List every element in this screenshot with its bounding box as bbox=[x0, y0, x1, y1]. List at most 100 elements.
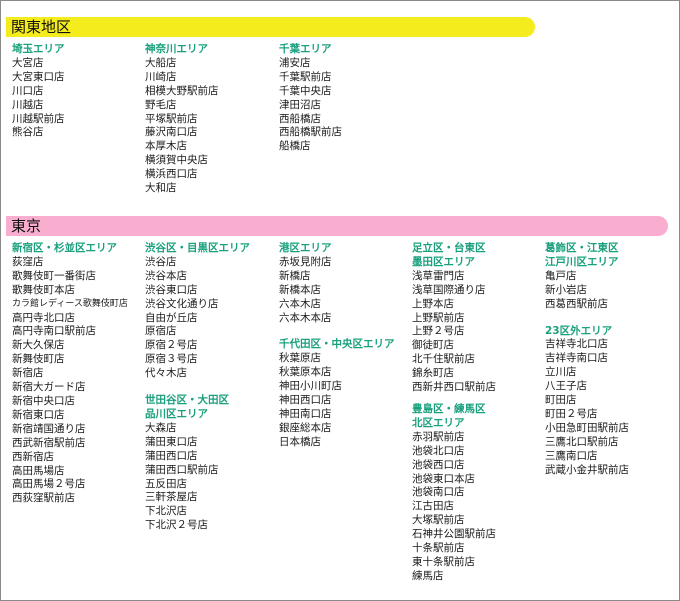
store-link[interactable]: 原宿２号店 bbox=[145, 339, 250, 353]
store-link[interactable]: 上野駅前店 bbox=[412, 312, 496, 326]
store-link[interactable]: 吉祥寺南口店 bbox=[545, 352, 629, 366]
store-link[interactable]: 町田店 bbox=[545, 394, 629, 408]
store-link[interactable]: 横須賀中央店 bbox=[145, 154, 219, 168]
store-link[interactable]: 蒲田西口駅前店 bbox=[145, 464, 250, 478]
store-link[interactable]: 秋葉原店 bbox=[279, 352, 395, 366]
store-link[interactable]: 蒲田西口店 bbox=[145, 450, 250, 464]
store-link[interactable]: 相模大野駅前店 bbox=[145, 85, 219, 99]
store-link[interactable]: 大宮店 bbox=[12, 57, 65, 71]
store-link[interactable]: 川越駅前店 bbox=[12, 113, 65, 127]
store-link[interactable]: 横浜西口店 bbox=[145, 168, 219, 182]
store-link[interactable]: 池袋北口店 bbox=[412, 445, 496, 459]
store-link[interactable]: 荻窪店 bbox=[12, 256, 128, 270]
store-link[interactable]: 大森店 bbox=[145, 422, 250, 436]
store-link[interactable]: 高田馬場店 bbox=[12, 465, 128, 479]
store-link[interactable]: 西新宿店 bbox=[12, 451, 128, 465]
store-link[interactable]: 西船橋店 bbox=[279, 113, 342, 127]
store-link[interactable]: 津田沼店 bbox=[279, 99, 342, 113]
store-link[interactable]: 赤坂見附店 bbox=[279, 256, 395, 270]
store-link[interactable]: 浦安店 bbox=[279, 57, 342, 71]
store-link[interactable]: 上野本店 bbox=[412, 298, 496, 312]
store-link[interactable]: 新舞伎町店 bbox=[12, 353, 128, 367]
store-link[interactable]: 銀座総本店 bbox=[279, 422, 395, 436]
store-link[interactable]: 新宿靖国通り店 bbox=[12, 423, 128, 437]
store-link[interactable]: 東十条駅前店 bbox=[412, 556, 496, 570]
store-link[interactable]: 大船店 bbox=[145, 57, 219, 71]
store-link[interactable]: 池袋東口本店 bbox=[412, 473, 496, 487]
store-link[interactable]: 三鷹北口駅前店 bbox=[545, 436, 629, 450]
store-link[interactable]: 熊谷店 bbox=[12, 126, 65, 140]
store-link[interactable]: 新宿中央口店 bbox=[12, 395, 128, 409]
store-link[interactable]: 新宿東口店 bbox=[12, 409, 128, 423]
store-link[interactable]: 北千住駅前店 bbox=[412, 353, 496, 367]
store-link[interactable]: 浅草雷門店 bbox=[412, 270, 496, 284]
store-link[interactable]: 赤羽駅前店 bbox=[412, 431, 496, 445]
store-link[interactable]: 大塚駅前店 bbox=[412, 514, 496, 528]
store-link[interactable]: 八王子店 bbox=[545, 380, 629, 394]
store-link[interactable]: 西葛西駅前店 bbox=[545, 298, 629, 312]
store-link[interactable]: 新橋店 bbox=[279, 270, 395, 284]
store-link[interactable]: 大宮東口店 bbox=[12, 71, 65, 85]
store-link[interactable]: 自由が丘店 bbox=[145, 312, 250, 326]
store-link[interactable]: 新小岩店 bbox=[545, 284, 629, 298]
store-link[interactable]: 高田馬場２号店 bbox=[12, 478, 128, 492]
store-link[interactable]: 日本橋店 bbox=[279, 436, 395, 450]
store-link[interactable]: 石神井公園駅前店 bbox=[412, 528, 496, 542]
store-link[interactable]: 渋谷店 bbox=[145, 256, 250, 270]
store-link[interactable]: 川越店 bbox=[12, 99, 65, 113]
store-link[interactable]: 野毛店 bbox=[145, 99, 219, 113]
store-link[interactable]: 神田南口店 bbox=[279, 408, 395, 422]
store-link[interactable]: 新宿大ガード店 bbox=[12, 381, 128, 395]
store-link[interactable]: 秋葉原本店 bbox=[279, 366, 395, 380]
store-link[interactable]: 西武新宿駅前店 bbox=[12, 437, 128, 451]
store-link[interactable]: 川口店 bbox=[12, 85, 65, 99]
store-link[interactable]: 練馬店 bbox=[412, 570, 496, 584]
store-link[interactable]: 渋谷文化通り店 bbox=[145, 298, 250, 312]
store-link[interactable]: 平塚駅前店 bbox=[145, 113, 219, 127]
store-link[interactable]: 吉祥寺北口店 bbox=[545, 338, 629, 352]
store-link[interactable]: 高円寺南口駅前店 bbox=[12, 325, 128, 339]
store-link[interactable]: 代々木店 bbox=[145, 367, 250, 381]
store-link[interactable]: 歌舞伎町一番街店 bbox=[12, 270, 128, 284]
store-link[interactable]: 千葉中央店 bbox=[279, 85, 342, 99]
store-link[interactable]: 錦糸町店 bbox=[412, 367, 496, 381]
store-link[interactable]: 原宿店 bbox=[145, 325, 250, 339]
store-link[interactable]: 新大久保店 bbox=[12, 339, 128, 353]
store-link[interactable]: 本厚木店 bbox=[145, 140, 219, 154]
store-link[interactable]: 三鷹南口店 bbox=[545, 450, 629, 464]
store-link[interactable]: 小田急町田駅前店 bbox=[545, 422, 629, 436]
store-link[interactable]: 六本木店 bbox=[279, 298, 395, 312]
store-link[interactable]: 池袋西口店 bbox=[412, 459, 496, 473]
store-link[interactable]: 御徒町店 bbox=[412, 339, 496, 353]
store-link[interactable]: カラ館レディース歌舞伎町店 bbox=[12, 298, 128, 312]
store-link[interactable]: 渋谷東口店 bbox=[145, 284, 250, 298]
store-link[interactable]: 高円寺北口店 bbox=[12, 312, 128, 326]
store-link[interactable]: 六本木本店 bbox=[279, 312, 395, 326]
store-link[interactable]: 蒲田東口店 bbox=[145, 436, 250, 450]
store-link[interactable]: 西荻窪駅前店 bbox=[12, 492, 128, 506]
store-link[interactable]: 五反田店 bbox=[145, 478, 250, 492]
store-link[interactable]: 新宿店 bbox=[12, 367, 128, 381]
store-link[interactable]: 西船橋駅前店 bbox=[279, 126, 342, 140]
store-link[interactable]: 神田西口店 bbox=[279, 394, 395, 408]
store-link[interactable]: 浅草国際通り店 bbox=[412, 284, 496, 298]
store-link[interactable]: 下北沢店 bbox=[145, 505, 250, 519]
store-link[interactable]: 西新井西口駅前店 bbox=[412, 381, 496, 395]
store-link[interactable]: 下北沢２号店 bbox=[145, 519, 250, 533]
store-link[interactable]: 亀戸店 bbox=[545, 270, 629, 284]
store-link[interactable]: 立川店 bbox=[545, 366, 629, 380]
store-link[interactable]: 江古田店 bbox=[412, 500, 496, 514]
store-link[interactable]: 神田小川町店 bbox=[279, 380, 395, 394]
store-link[interactable]: 川崎店 bbox=[145, 71, 219, 85]
store-link[interactable]: 三軒茶屋店 bbox=[145, 491, 250, 505]
store-link[interactable]: 武蔵小金井駅前店 bbox=[545, 464, 629, 478]
store-link[interactable]: 原宿３号店 bbox=[145, 353, 250, 367]
store-link[interactable]: 船橋店 bbox=[279, 140, 342, 154]
store-link[interactable]: 藤沢南口店 bbox=[145, 126, 219, 140]
store-link[interactable]: 歌舞伎町本店 bbox=[12, 284, 128, 298]
store-link[interactable]: 町田２号店 bbox=[545, 408, 629, 422]
store-link[interactable]: 新橋本店 bbox=[279, 284, 395, 298]
store-link[interactable]: 大和店 bbox=[145, 182, 219, 196]
store-link[interactable]: 渋谷本店 bbox=[145, 270, 250, 284]
store-link[interactable]: 上野２号店 bbox=[412, 325, 496, 339]
